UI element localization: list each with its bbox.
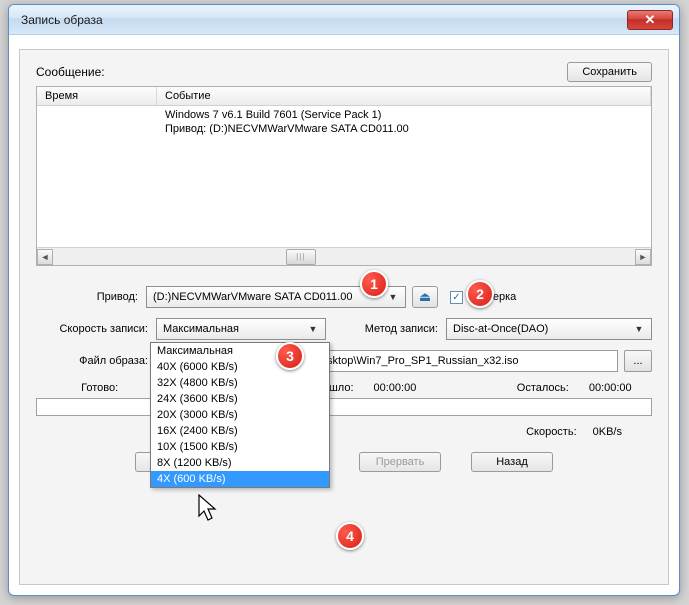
log-table: Время Событие Windows 7 v6.1 Build 7601 … (36, 86, 652, 266)
browse-button[interactable]: ... (624, 350, 652, 372)
speed-dropdown-list[interactable]: Максимальная 40X (6000 KB/s) 32X (4800 K… (150, 342, 330, 488)
close-icon: ✕ (645, 12, 656, 28)
eject-icon: ⏏ (419, 289, 431, 305)
speed-option[interactable]: 10X (1500 KB/s) (151, 439, 329, 455)
scroll-left-icon[interactable]: ◄ (37, 249, 53, 265)
progress-bar (36, 398, 652, 416)
col-event[interactable]: Событие (157, 87, 651, 105)
titlebar[interactable]: Запись образа ✕ (9, 5, 679, 35)
speed-option[interactable]: 24X (3600 KB/s) (151, 391, 329, 407)
table-header: Время Событие (37, 87, 651, 106)
chevron-down-icon: ▼ (631, 321, 647, 337)
chevron-down-icon: ▼ (385, 289, 401, 305)
scroll-track[interactable]: ||| (53, 249, 635, 265)
drive-label: Привод: (76, 291, 146, 303)
scroll-right-icon[interactable]: ► (635, 249, 651, 265)
remaining-label: Осталось: (497, 382, 569, 394)
annotation-marker-3: 3 (276, 342, 304, 370)
annotation-marker-1: 1 (360, 270, 388, 298)
speed-label: Скорость записи: (36, 323, 156, 335)
speed-option[interactable]: 32X (4800 KB/s) (151, 375, 329, 391)
chevron-down-icon: ▼ (305, 321, 321, 337)
speed-status-value: 0KB/s (593, 426, 622, 438)
ready-label: Готово: (46, 382, 118, 394)
window-title: Запись образа (21, 13, 627, 27)
close-button[interactable]: ✕ (627, 10, 673, 30)
annotation-marker-4: 4 (336, 522, 364, 550)
client-area: Сообщение: Сохранить Время Событие Windo… (19, 49, 669, 585)
annotation-marker-2: 2 (466, 280, 494, 308)
eject-button[interactable]: ⏏ (412, 286, 438, 308)
message-label: Сообщение: (36, 65, 567, 79)
method-label: Метод записи: (346, 323, 446, 335)
speed-option[interactable]: 20X (3000 KB/s) (151, 407, 329, 423)
speed-option[interactable]: 16X (2400 KB/s) (151, 423, 329, 439)
scroll-thumb[interactable]: ||| (286, 249, 316, 265)
table-row[interactable]: Привод: (D:)NECVMWarVMware SATA CD011.00 (37, 122, 651, 136)
speed-status-label: Скорость: (526, 426, 577, 438)
speed-option[interactable]: 4X (600 KB/s) (151, 471, 329, 487)
col-time[interactable]: Время (37, 87, 157, 105)
method-select[interactable]: Disc-at-Once(DAO) ▼ (446, 318, 652, 340)
elapsed-value: 00:00:00 (374, 382, 437, 394)
table-row[interactable]: Windows 7 v6.1 Build 7601 (Service Pack … (37, 108, 651, 122)
ellipsis-icon: ... (633, 355, 642, 367)
save-button[interactable]: Сохранить (567, 62, 652, 82)
speed-select[interactable]: Максимальная ▼ (156, 318, 326, 340)
image-file-label: Файл образа: (36, 355, 156, 367)
checkbox-icon: ✓ (450, 291, 463, 304)
back-button[interactable]: Назад (471, 452, 553, 472)
dialog-window: Запись образа ✕ Сообщение: Сохранить Вре… (8, 4, 680, 596)
speed-option[interactable]: 8X (1200 KB/s) (151, 455, 329, 471)
abort-button: Прервать (359, 452, 441, 472)
remaining-value: 00:00:00 (589, 382, 652, 394)
table-body: Windows 7 v6.1 Build 7601 (Service Pack … (37, 106, 651, 247)
h-scrollbar[interactable]: ◄ ||| ► (37, 247, 651, 265)
